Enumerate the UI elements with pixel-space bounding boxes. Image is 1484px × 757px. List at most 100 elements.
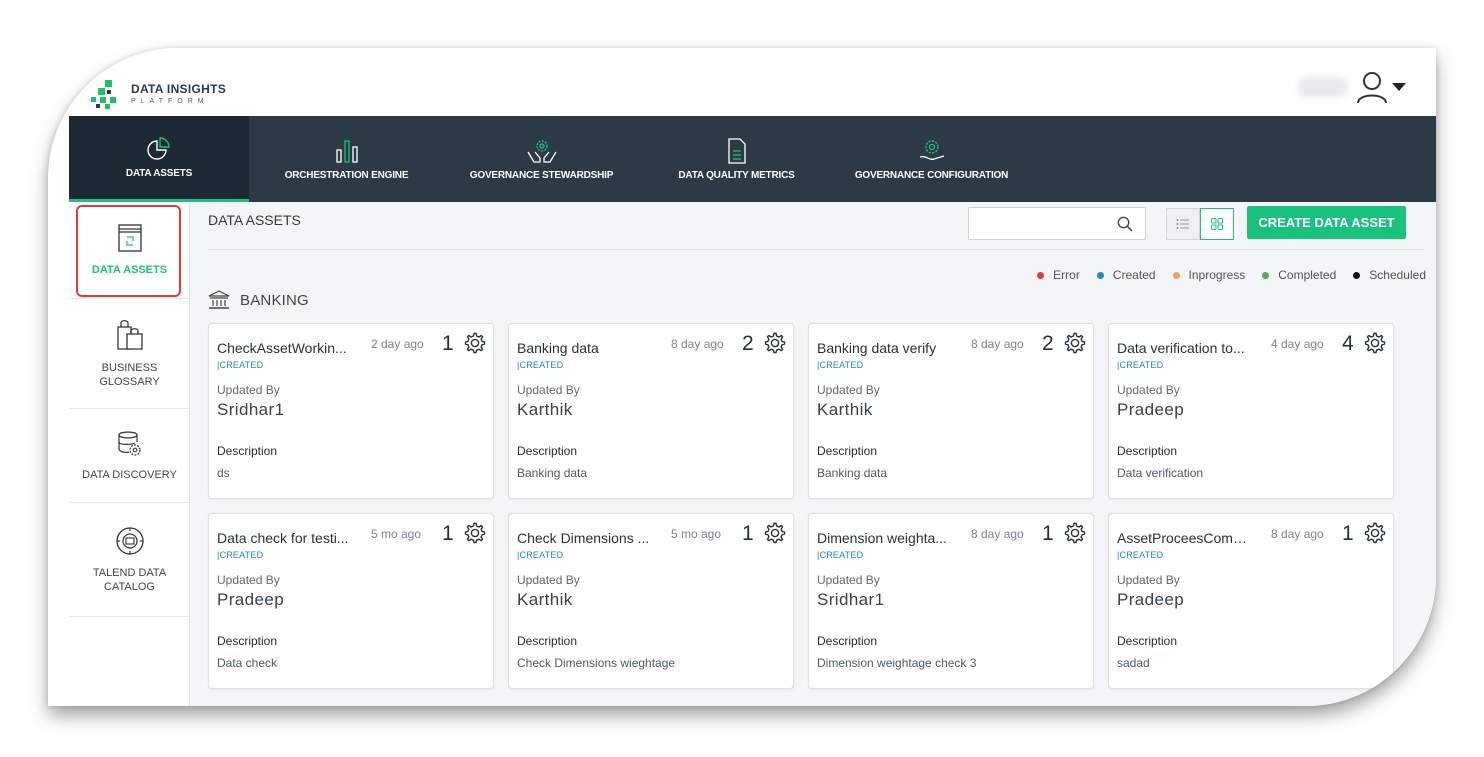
asset-status: |CREATED — [517, 360, 564, 370]
updated-by-value: Karthik — [517, 400, 573, 419]
top-navigation: DATA ASSETS ORCHESTRATION ENGINE GOVERNA… — [69, 116, 1436, 202]
asset-status: |CREATED — [1117, 360, 1164, 370]
asset-name[interactable]: Check Dimensions ... — [517, 530, 652, 546]
chevron-down-icon[interactable] — [1392, 83, 1406, 91]
asset-status: |CREATED — [1117, 550, 1164, 560]
gear-icon[interactable] — [1064, 332, 1086, 354]
legend-item-error: Error — [1037, 268, 1080, 282]
asset-count: 2 — [1042, 332, 1054, 355]
search-input[interactable] — [968, 207, 1146, 240]
legend-label: Created — [1112, 268, 1156, 282]
asset-card[interactable]: Banking data verify |CREATED 8 day ago 2… — [808, 323, 1094, 499]
updated-by-value: Pradeep — [217, 590, 285, 609]
description-label: Description — [817, 634, 878, 648]
page-title: DATA ASSETS — [208, 212, 301, 228]
asset-count: 1 — [442, 332, 454, 355]
nav-data-quality-metrics[interactable]: DATA QUALITY METRICS — [639, 116, 834, 202]
gear-icon[interactable] — [464, 332, 486, 354]
database-gear-icon — [117, 430, 141, 456]
legend-label: Inprogress — [1188, 268, 1246, 282]
asset-card[interactable]: Check Dimensions ... |CREATED 5 mo ago 1… — [508, 513, 794, 689]
description-value: Data check — [217, 656, 278, 670]
sidebar-item-label: DATA DISCOVERY — [82, 468, 177, 481]
nav-governance-stewardship[interactable]: GOVERNANCE STEWARDSHIP — [444, 116, 639, 202]
list-view-button[interactable] — [1166, 208, 1200, 240]
asset-updated-ago: 5 mo ago — [671, 527, 722, 541]
updated-by-value: Karthik — [517, 590, 573, 609]
asset-card[interactable]: Dimension weighta... |CREATED 8 day ago … — [808, 513, 1094, 689]
user-menu[interactable] — [1298, 70, 1406, 104]
legend-label: Scheduled — [1369, 268, 1426, 282]
list-icon — [1176, 219, 1189, 229]
logo-mark-icon — [91, 76, 119, 110]
asset-count: 4 — [1342, 332, 1354, 355]
gear-icon[interactable] — [464, 522, 486, 544]
hand-gear-icon — [919, 139, 944, 160]
legend-label: Completed — [1278, 268, 1337, 282]
asset-status: |CREATED — [217, 360, 264, 370]
sidebar-item-business-glossary[interactable]: BUSINESS GLOSSARY — [69, 299, 190, 409]
shopping-bag-icon — [116, 319, 143, 350]
asset-name[interactable]: CheckAssetWorkin... — [217, 340, 352, 356]
nav-orchestration-engine[interactable]: ORCHESTRATION ENGINE — [249, 116, 444, 202]
gear-icon[interactable] — [764, 332, 786, 354]
description-value: Check Dimensions wieghtage — [517, 656, 676, 670]
asset-card[interactable]: CheckAssetWorkin... |CREATED 2 day ago 1… — [208, 323, 494, 499]
gear-icon[interactable] — [1064, 522, 1086, 544]
asset-updated-ago: 4 day ago — [1271, 337, 1324, 351]
user-avatar-icon[interactable] — [1356, 70, 1388, 104]
asset-name[interactable]: AssetProceesComp... — [1117, 530, 1252, 546]
nav-label: DATA QUALITY METRICS — [678, 169, 795, 181]
asset-updated-ago: 8 day ago — [971, 337, 1024, 351]
asset-card[interactable]: AssetProceesComp... |CREATED 8 day ago 1… — [1108, 513, 1394, 689]
updated-by-label: Updated By — [217, 573, 280, 587]
sidebar-item-talend-data-catalog[interactable]: TALEND DATA CATALOG — [69, 503, 190, 617]
legend-item-completed: Completed — [1262, 268, 1336, 282]
description-label: Description — [817, 444, 878, 458]
nav-data-assets[interactable]: DATA ASSETS — [69, 116, 249, 202]
search-icon[interactable] — [1117, 216, 1133, 232]
asset-name[interactable]: Data check for testi... — [217, 530, 352, 546]
grid-view-button[interactable] — [1200, 208, 1234, 240]
gear-icon[interactable] — [1364, 332, 1386, 354]
hands-gear-icon — [526, 139, 557, 163]
sidebar-item-data-discovery[interactable]: DATA DISCOVERY — [69, 409, 190, 503]
asset-updated-ago: 8 day ago — [1271, 527, 1324, 541]
bar-chart-icon — [335, 139, 358, 163]
asset-updated-ago: 2 day ago — [371, 337, 424, 351]
create-data-asset-button[interactable]: CREATE DATA ASSET — [1247, 206, 1406, 239]
asset-status: |CREATED — [817, 550, 864, 560]
sidebar-item-data-assets[interactable]: DATA ASSETS — [69, 202, 190, 299]
description-label: Description — [217, 444, 278, 458]
gear-icon[interactable] — [1364, 522, 1386, 544]
asset-count: 1 — [742, 522, 754, 545]
asset-status: |CREATED — [517, 550, 564, 560]
asset-name[interactable]: Data verification to... — [1117, 340, 1252, 356]
asset-name[interactable]: Banking data verify — [817, 340, 952, 356]
asset-name[interactable]: Banking data — [517, 340, 652, 356]
nav-label: GOVERNANCE CONFIGURATION — [854, 169, 1009, 181]
group-title-label: BANKING — [240, 291, 309, 309]
updated-by-value: Sridhar1 — [817, 590, 885, 609]
error-dot-icon — [1037, 271, 1045, 279]
asset-card[interactable]: Banking data |CREATED 8 day ago 2 Update… — [508, 323, 794, 499]
inprogress-dot-icon — [1172, 271, 1180, 279]
nav-governance-configuration[interactable]: GOVERNANCE CONFIGURATION — [834, 116, 1029, 202]
user-name-blurred — [1298, 77, 1348, 97]
asset-card[interactable]: Data check for testi... |CREATED 5 mo ag… — [208, 513, 494, 689]
nav-label: GOVERNANCE STEWARDSHIP — [469, 169, 614, 181]
sidebar-item-label: BUSINESS GLOSSARY — [99, 361, 160, 388]
nav-label: DATA ASSETS — [125, 168, 193, 179]
app-logo[interactable]: DATA INSIGHTS PLATFORM — [91, 76, 226, 110]
create-button-label: CREATE DATA ASSET — [1258, 215, 1395, 230]
asset-name[interactable]: Dimension weighta... — [817, 530, 952, 546]
asset-count: 1 — [1342, 522, 1354, 545]
pie-chart-icon — [147, 137, 170, 160]
gear-icon[interactable] — [764, 522, 786, 544]
scheduled-dot-icon — [1353, 271, 1361, 279]
description-value: Data verification — [1117, 466, 1204, 480]
asset-count: 1 — [1042, 522, 1054, 545]
asset-card[interactable]: Data verification to... |CREATED 4 day a… — [1108, 323, 1394, 499]
legend-item-created: Created — [1096, 268, 1156, 282]
app-window: DATA INSIGHTS PLATFORM DATA ASSETS ORCHE… — [69, 48, 1436, 706]
